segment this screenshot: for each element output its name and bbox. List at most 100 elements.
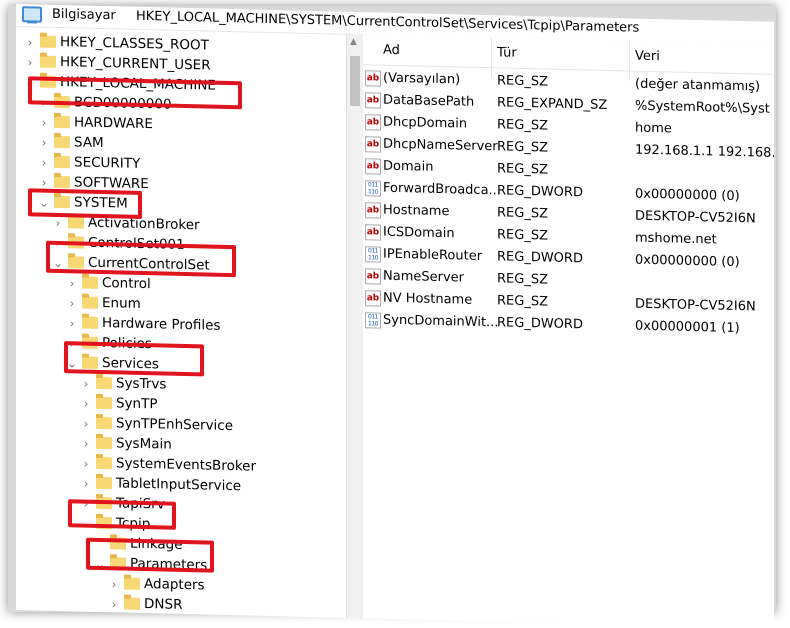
value-type: REG_SZ [497, 73, 548, 90]
expand-chevron-icon[interactable]: › [38, 133, 50, 153]
tree-item-label: Adapters [144, 576, 205, 594]
expand-chevron-icon[interactable]: › [66, 293, 78, 313]
value-name: DataBasePath [383, 92, 475, 110]
value-data: DESKTOP-CV52I6N [635, 208, 756, 227]
folder-icon [96, 416, 112, 430]
value-type: REG_SZ [497, 271, 548, 288]
value-type: REG_SZ [497, 227, 548, 244]
scroll-up-icon[interactable]: ▲ [350, 37, 357, 47]
value-type: REG_SZ [497, 139, 548, 156]
column-header-type[interactable]: Tür [497, 45, 517, 60]
highlight-parameters [86, 537, 214, 573]
binary-value-icon: 011 110 [365, 180, 381, 197]
highlight-system [28, 188, 142, 219]
value-type: REG_SZ [497, 161, 548, 178]
tree-item-label: Control [102, 275, 151, 293]
value-name: NV Hostname [383, 290, 473, 308]
tree-item-label: SynTPEnhService [116, 415, 234, 435]
expand-chevron-icon[interactable]: › [80, 414, 92, 434]
folder-icon [82, 316, 98, 329]
expand-chevron-icon[interactable]: › [80, 454, 92, 474]
string-value-icon: ab [365, 290, 381, 307]
column-header-name[interactable]: Ad [383, 43, 400, 58]
string-value-icon: ab [365, 114, 381, 131]
string-value-icon: ab [365, 224, 381, 241]
tree-item-label: Enum [102, 295, 141, 312]
tree-item-label: TabletInputService [116, 475, 242, 495]
value-name: Hostname [383, 202, 450, 220]
value-type: REG_DWORD [497, 249, 583, 267]
expand-chevron-icon[interactable]: › [108, 574, 120, 594]
value-type: REG_SZ [497, 117, 548, 134]
string-value-icon: ab [365, 136, 381, 153]
folder-icon [40, 35, 56, 48]
expand-chevron-icon[interactable]: › [80, 374, 92, 394]
value-data: 192.168.1.1 192.168.1.1 [635, 142, 774, 162]
value-data: 0x00000000 (0) [635, 186, 740, 205]
highlight-tcpip [68, 499, 176, 530]
tree-item-label: DNSR [144, 596, 183, 613]
value-data: DESKTOP-CV52I6N [635, 296, 756, 315]
tree-item-label: SECURITY [74, 154, 141, 172]
value-type: REG_SZ [497, 293, 548, 310]
highlight-currentcontrolset [46, 240, 236, 278]
tree-item-label: SysMain [116, 435, 172, 453]
expand-chevron-icon[interactable]: › [24, 32, 36, 52]
expand-chevron-icon[interactable]: › [38, 113, 50, 133]
value-data: %SystemRoot%\Syst [635, 98, 770, 117]
expand-chevron-icon[interactable]: › [108, 594, 120, 614]
value-name: Domain [383, 158, 434, 175]
expand-chevron-icon[interactable]: › [80, 434, 92, 454]
tree-item-label: HARDWARE [74, 114, 153, 133]
tree-item-label: HKEY_CURRENT_USER [60, 54, 211, 74]
highlight-hkey-local-machine [28, 76, 242, 110]
value-type: REG_SZ [497, 205, 548, 222]
folder-icon [54, 115, 70, 129]
expand-chevron-icon[interactable]: › [66, 273, 78, 293]
string-value-icon: ab [365, 202, 381, 219]
tree-item-label: SystemEventsBroker [116, 455, 257, 475]
expand-chevron-icon[interactable]: › [24, 52, 36, 72]
value-name: DhcpDomain [383, 114, 468, 132]
value-name: ForwardBroadca... [383, 180, 501, 199]
tree-item-label: SAM [74, 134, 104, 152]
registry-tree: › HKEY_CLASSES_ROOT › HKEY_CURRENT_USER ⌄ HKE… [16, 26, 347, 618]
folder-icon [54, 175, 70, 189]
binary-value-icon: 011 110 [365, 312, 381, 329]
tree-item-label: Hardware Profiles [102, 315, 221, 334]
folder-icon [96, 376, 112, 390]
value-name: DhcpNameServer [383, 136, 498, 155]
folder-icon [96, 456, 112, 470]
folder-icon [96, 396, 112, 410]
registry-editor-window: Bilgisayar HKEY_LOCAL_MACHINE\SYSTEM\Cur… [16, 4, 774, 628]
tree-scrollbar[interactable]: ▲ [346, 33, 363, 619]
tree-item-label: SynTP [116, 395, 158, 413]
value-data: (değer atanmamış) [635, 76, 761, 95]
computer-icon-base [27, 21, 37, 24]
computer-icon [22, 6, 42, 23]
string-value-icon: ab [365, 268, 381, 285]
folder-icon [124, 577, 140, 590]
value-data: mshome.net [635, 230, 717, 248]
folder-icon [68, 216, 84, 229]
folder-icon [82, 276, 98, 289]
expand-chevron-icon[interactable]: › [66, 313, 78, 333]
value-data: 0x00000000 (0) [635, 252, 740, 271]
tree-item-label: SysTrvs [116, 375, 167, 393]
value-data: home [635, 120, 672, 137]
folder-icon [54, 155, 70, 169]
values-pane: Ad Tür Veri ab (Varsayılan) REG_SZ (değer a… [363, 34, 774, 628]
expand-chevron-icon[interactable]: › [38, 153, 50, 173]
column-header-data[interactable]: Veri [635, 49, 660, 65]
scroll-thumb[interactable] [350, 55, 360, 107]
value-name: SyncDomainWit... [383, 312, 499, 331]
expand-chevron-icon[interactable]: › [80, 474, 92, 494]
value-name: NameServer [383, 268, 464, 286]
folder-icon [82, 296, 98, 309]
expand-chevron-icon[interactable]: › [80, 394, 92, 414]
folder-icon [54, 135, 70, 149]
binary-value-icon: 011 110 [365, 246, 381, 263]
value-type: REG_EXPAND_SZ [497, 95, 608, 113]
string-value-icon: ab [365, 70, 381, 87]
value-data: 0x00000001 (1) [635, 318, 740, 337]
